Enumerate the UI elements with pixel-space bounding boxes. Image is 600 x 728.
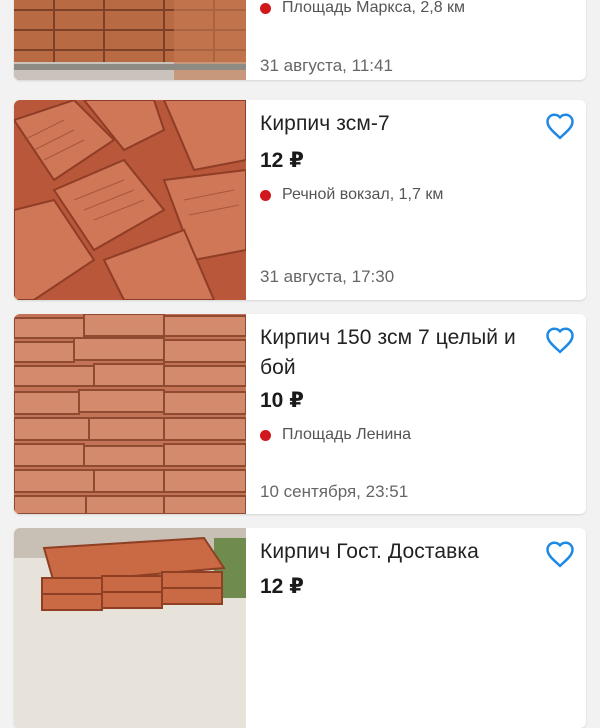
listing-date: 31 августа, 11:41 [260,56,393,75]
metro-dot-icon [260,429,271,441]
listing-photo[interactable] [14,0,246,80]
listing-title[interactable]: Кирпич Гост. Доставка [260,537,530,567]
listings-feed: Площадь Маркса, 2,8 км 31 августа, 11:41 [0,0,600,728]
favorite-heart-icon[interactable] [544,110,576,142]
listing-date: 31 августа, 17:30 [260,267,395,286]
listing-price: 10 ₽ [260,389,304,412]
listing-card[interactable]: Площадь Маркса, 2,8 км 31 августа, 11:41 [14,0,586,80]
textured-bricks-photo [14,100,246,300]
listing-card[interactable]: Кирпич зсм-7 12 ₽ Речной вокзал, 1,7 км … [14,100,586,300]
listing-card[interactable]: Кирпич 150 зсм 7 целый и бой 10 ₽ Площад… [14,314,586,514]
listing-location: Площадь Ленина [260,426,411,444]
location-text: Площадь Ленина [282,426,411,443]
listing-photo[interactable] [14,100,246,300]
brick-pallet-photo [14,528,246,728]
listing-date: 10 сентября, 23:51 [260,482,409,501]
location-text: Площадь Маркса, 2,8 км [282,0,466,16]
brick-pile-photo [14,314,246,514]
listing-card[interactable]: Кирпич Гост. Доставка 12 ₽ [14,528,586,728]
listing-title[interactable]: Кирпич зсм-7 [260,109,530,139]
metro-dot-icon [260,189,271,201]
brick-stack-photo [14,0,246,80]
favorite-heart-icon[interactable] [544,538,576,570]
listing-photo[interactable] [14,528,246,728]
listing-title[interactable]: Кирпич 150 зсм 7 целый и бой [260,323,530,383]
listing-location: Площадь Маркса, 2,8 км [260,0,465,17]
listing-price: 12 ₽ [260,149,304,172]
location-text: Речной вокзал, 1,7 км [282,186,444,203]
metro-dot-icon [260,2,271,14]
listing-photo[interactable] [14,314,246,514]
listing-price: 12 ₽ [260,575,304,598]
favorite-heart-icon[interactable] [544,324,576,356]
listing-location: Речной вокзал, 1,7 км [260,186,443,204]
